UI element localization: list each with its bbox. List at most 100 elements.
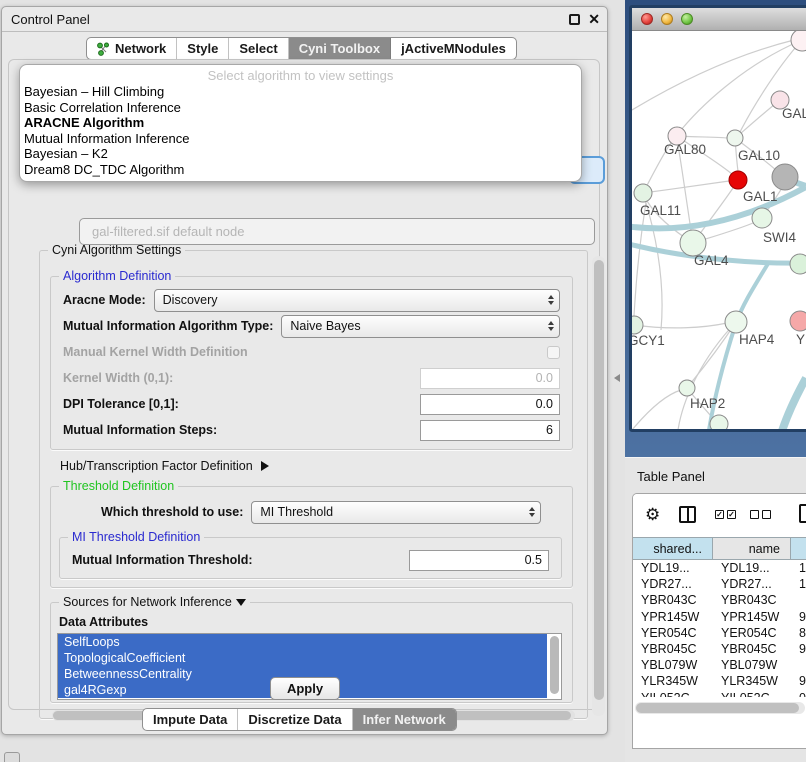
gear-icon[interactable]: ⚙ — [645, 506, 660, 523]
table-row[interactable]: YDR27...YDR27...12 — [633, 576, 806, 592]
hub-definition-label: Hub/Transcription Factor Definition — [60, 459, 253, 473]
apply-button[interactable]: Apply — [270, 677, 340, 700]
deselect-all-checks-icon[interactable] — [750, 510, 771, 519]
table-cell: YBR045C — [633, 641, 713, 657]
algorithm-option[interactable]: Mutual Information Inference — [20, 131, 581, 147]
minimize-traffic-light-icon[interactable] — [661, 13, 673, 25]
algorithm-option[interactable]: ARACNE Algorithm — [20, 115, 581, 131]
table-selection-combo-value: gal-filtered.sif default node — [92, 224, 244, 239]
network-edge[interactable] — [632, 40, 794, 110]
network-view-titlebar — [632, 8, 806, 31]
aracne-mode-combo[interactable]: Discovery — [154, 289, 560, 312]
network-node-label: HAP2 — [690, 396, 725, 411]
network-edge[interactable] — [632, 390, 681, 429]
document-icon[interactable] — [799, 504, 806, 523]
zoom-traffic-light-icon[interactable] — [681, 13, 693, 25]
table-cell: YBR043C — [633, 592, 713, 608]
network-edge[interactable] — [634, 323, 727, 328]
manual-kernel-checkbox[interactable] — [547, 346, 560, 359]
dpi-tolerance-field[interactable]: 0.0 — [420, 394, 560, 415]
algorithm-option[interactable]: Dream8 DC_TDC Algorithm — [20, 162, 581, 178]
tab-select[interactable]: Select — [229, 38, 288, 59]
table-row[interactable]: YPR145WYPR145W9. — [633, 609, 806, 625]
which-threshold-label: Which threshold to use: — [101, 505, 243, 519]
table-cell: YBR043C — [713, 592, 791, 608]
table-row[interactable]: YER054CYER054C8. — [633, 625, 806, 641]
network-edge[interactable] — [690, 322, 736, 384]
cyni-algorithm-settings-group: Cyni Algorithm Settings Algorithm Defini… — [39, 250, 588, 719]
mi-algorithm-type-combo[interactable]: Naive Bayes — [281, 315, 560, 338]
tab-style[interactable]: Style — [177, 38, 229, 59]
network-node[interactable] — [752, 208, 772, 228]
close-icon[interactable]: ✕ — [588, 11, 600, 28]
tab-network[interactable]: Network — [87, 38, 177, 59]
network-node[interactable] — [790, 254, 806, 274]
table-selection-combo[interactable]: gal-filtered.sif default node — [79, 218, 595, 245]
network-node[interactable] — [791, 31, 806, 51]
network-node[interactable] — [725, 311, 747, 333]
cyni-algorithm-settings-title: Cyni Algorithm Settings — [48, 243, 185, 257]
corner-widget-icon[interactable] — [4, 752, 20, 762]
network-edge[interactable] — [678, 322, 736, 429]
control-panel-titlebar: Control Panel ✕ — [2, 7, 607, 32]
network-node[interactable] — [727, 130, 743, 146]
network-icon — [97, 42, 110, 56]
which-threshold-combo[interactable]: MI Threshold — [251, 501, 541, 524]
algorithm-option[interactable]: Bayesian – K2 — [20, 146, 581, 162]
table-row[interactable]: YBR043CYBR043C — [633, 592, 806, 608]
table-row[interactable]: YLR345WYLR345W9. — [633, 673, 806, 689]
columns-icon[interactable] — [679, 506, 696, 523]
table-row[interactable]: YDL19...YDL19...13 — [633, 560, 806, 576]
network-node-label: GCY1 — [632, 333, 665, 348]
network-node[interactable] — [772, 164, 798, 190]
network-node[interactable] — [634, 184, 652, 202]
column-header-shared-name[interactable]: shared... — [633, 538, 713, 559]
network-edge[interactable] — [634, 202, 646, 316]
settings-vertical-scrollbar[interactable] — [592, 256, 605, 716]
network-node[interactable] — [729, 171, 747, 189]
tab-jactivemnodules[interactable]: jActiveMNodules — [391, 38, 516, 59]
mi-algorithm-type-label: Mutual Information Algorithm Type: — [63, 319, 273, 333]
tab-discretize-data[interactable]: Discretize Data — [238, 709, 352, 730]
table-cell: YLR345W — [713, 673, 791, 689]
network-node-label: Y — [796, 332, 805, 347]
panel-divider-handle[interactable] — [614, 374, 620, 382]
network-node[interactable] — [790, 311, 806, 331]
kernel-width-field[interactable]: 0.0 — [420, 368, 560, 389]
float-window-icon[interactable] — [569, 14, 580, 25]
network-node[interactable] — [710, 415, 728, 429]
mi-threshold-definition-group: MI Threshold Definition Mutual Informati… — [59, 537, 562, 579]
select-all-checks-icon[interactable]: ✓✓ — [715, 510, 736, 519]
hub-definition-toggle[interactable]: Hub/Transcription Factor Definition — [48, 450, 579, 473]
column-header-name[interactable]: name — [713, 538, 791, 559]
algorithm-option[interactable]: Bayesian – Hill Climbing — [20, 84, 581, 100]
table-row[interactable]: YIL052CYIL052C0. — [633, 690, 806, 698]
tab-impute-data[interactable]: Impute Data — [143, 709, 238, 730]
column-header-clipped[interactable] — [791, 538, 806, 559]
network-edge[interactable] — [782, 378, 806, 429]
mi-threshold-field[interactable]: 0.5 — [409, 550, 549, 571]
table-horizontal-scrollbar[interactable] — [635, 702, 805, 714]
table-cell: YER054C — [633, 625, 713, 641]
network-node[interactable] — [632, 316, 643, 334]
tab-cyni-toolbox[interactable]: Cyni Toolbox — [289, 38, 391, 59]
network-edge[interactable] — [709, 323, 736, 429]
network-edge[interactable] — [643, 181, 729, 193]
algorithm-dropdown: Select algorithm to view settings Bayesi… — [19, 64, 582, 182]
network-canvas[interactable]: GALGAL80GAL10GAL1GAL11SWI4GAL4GCY1HAP4YH… — [632, 31, 806, 429]
aracne-mode-label: Aracne Mode: — [63, 293, 146, 307]
mi-steps-field[interactable]: 6 — [420, 420, 560, 441]
sources-title[interactable]: Sources for Network Inference — [59, 595, 250, 609]
close-traffic-light-icon[interactable] — [641, 13, 653, 25]
mi-steps-label: Mutual Information Steps: — [63, 423, 217, 437]
table-row[interactable]: YBR045CYBR045C9. — [633, 641, 806, 657]
attribute-list-item[interactable]: SelfLoops — [58, 634, 547, 650]
tab-infer-network[interactable]: Infer Network — [353, 709, 456, 730]
table-cell: 13 — [791, 560, 806, 576]
network-node[interactable] — [679, 380, 695, 396]
table-row[interactable]: YBL079WYBL079W — [633, 657, 806, 673]
list-scrollbar[interactable] — [550, 636, 559, 694]
algorithm-option[interactable]: Basic Correlation Inference — [20, 100, 581, 116]
attribute-list-item[interactable]: TopologicalCoefficient — [58, 650, 547, 666]
network-node-label: GAL — [782, 106, 806, 121]
